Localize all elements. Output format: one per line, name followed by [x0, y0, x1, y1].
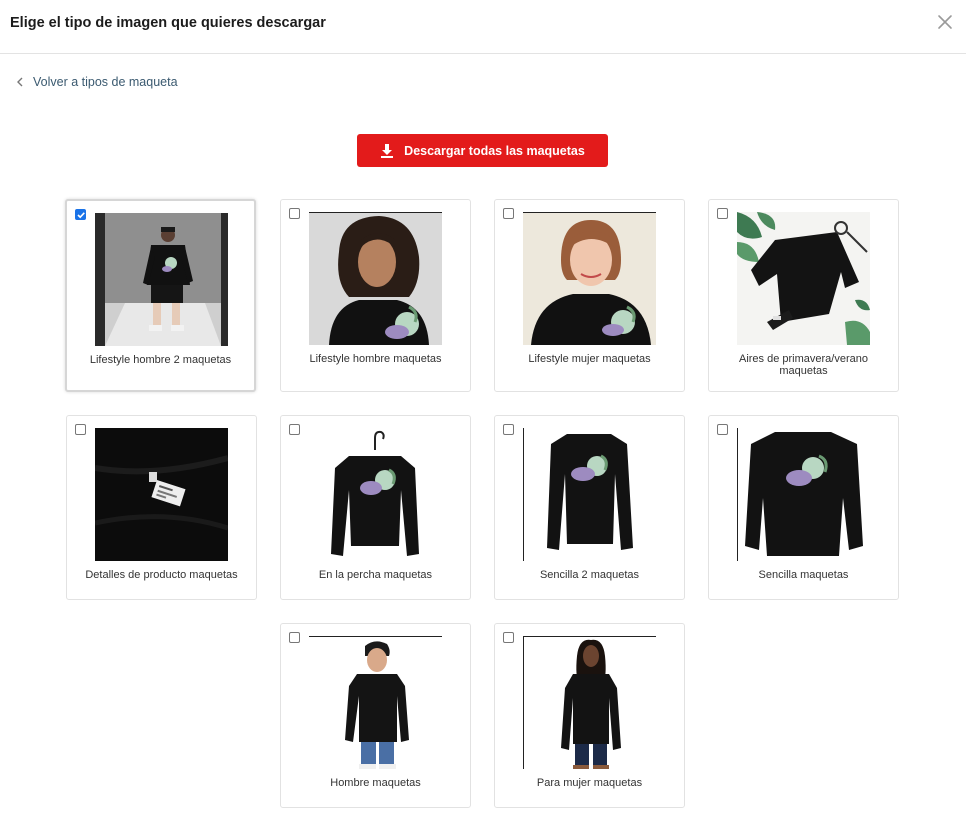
mockup-thumbnail [309, 428, 442, 561]
mockup-thumbnail [95, 213, 228, 346]
mockup-thumbnail [95, 428, 228, 561]
mockup-card-label: Lifestyle hombre 2 maquetas [89, 354, 232, 366]
close-button[interactable] [936, 13, 954, 31]
checkbox-icon[interactable] [503, 632, 514, 643]
chevron-left-icon [17, 77, 23, 87]
close-icon [938, 15, 952, 29]
download-all-label: Descargar todas las maquetas [404, 143, 585, 158]
checkbox-icon[interactable] [717, 424, 728, 435]
mockup-thumbnail [523, 428, 656, 561]
checkbox-icon[interactable] [289, 208, 300, 219]
mockup-card-label: Para mujer maquetas [536, 777, 643, 789]
modal-title: Elige el tipo de imagen que quieres desc… [10, 15, 326, 31]
checkbox-icon[interactable] [75, 209, 86, 220]
mockup-card-label: Sencilla 2 maquetas [539, 569, 640, 581]
checkbox-icon[interactable] [717, 208, 728, 219]
mockup-card-lifestyle-mujer[interactable]: Lifestyle mujer maquetas [494, 199, 685, 392]
modal-header: Elige el tipo de imagen que quieres desc… [0, 0, 966, 54]
checkbox-icon[interactable] [503, 208, 514, 219]
mockup-card-aires-primavera-verano[interactable]: Aires de primavera/verano maquetas [708, 199, 899, 392]
mockup-card-en-la-percha[interactable]: En la percha maquetas [280, 415, 471, 600]
checkbox-icon[interactable] [289, 424, 300, 435]
mockup-card-lifestyle-hombre-2[interactable]: Lifestyle hombre 2 maquetas [65, 199, 256, 392]
mockup-card-lifestyle-hombre[interactable]: Lifestyle hombre maquetas [280, 199, 471, 392]
mockup-card-sencilla[interactable]: Sencilla maquetas [708, 415, 899, 600]
back-to-mockup-types-link[interactable]: Volver a tipos de maqueta [14, 75, 178, 89]
mockup-thumbnail [737, 428, 870, 561]
mockup-card-hombre[interactable]: Hombre maquetas [280, 623, 471, 808]
checkbox-icon[interactable] [75, 424, 86, 435]
mockup-card-label: Sencilla maquetas [758, 569, 849, 581]
mockup-thumbnail [737, 212, 870, 345]
mockup-card-label: Hombre maquetas [330, 777, 421, 789]
mockup-card-label: Lifestyle hombre maquetas [309, 353, 442, 365]
mockup-card-label: Lifestyle mujer maquetas [528, 353, 651, 365]
checkbox-icon[interactable] [289, 632, 300, 643]
mockup-thumbnail [309, 636, 442, 769]
mockup-card-label: Detalles de producto maquetas [85, 569, 238, 581]
mockup-card-sencilla-2[interactable]: Sencilla 2 maquetas [494, 415, 685, 600]
back-link-label: Volver a tipos de maqueta [33, 75, 178, 89]
mockup-card-para-mujer[interactable]: Para mujer maquetas [494, 623, 685, 808]
mockup-card-label: En la percha maquetas [318, 569, 433, 581]
mockup-thumbnail [523, 636, 656, 769]
checkbox-icon[interactable] [503, 424, 514, 435]
download-all-mockups-button[interactable]: Descargar todas las maquetas [357, 134, 608, 167]
download-icon [381, 144, 394, 158]
mockup-thumbnail [523, 212, 656, 345]
mockup-thumbnail [309, 212, 442, 345]
mockup-card-detalles-producto[interactable]: Detalles de producto maquetas [66, 415, 257, 600]
mockup-card-label: Aires de primavera/verano maquetas [738, 353, 868, 377]
